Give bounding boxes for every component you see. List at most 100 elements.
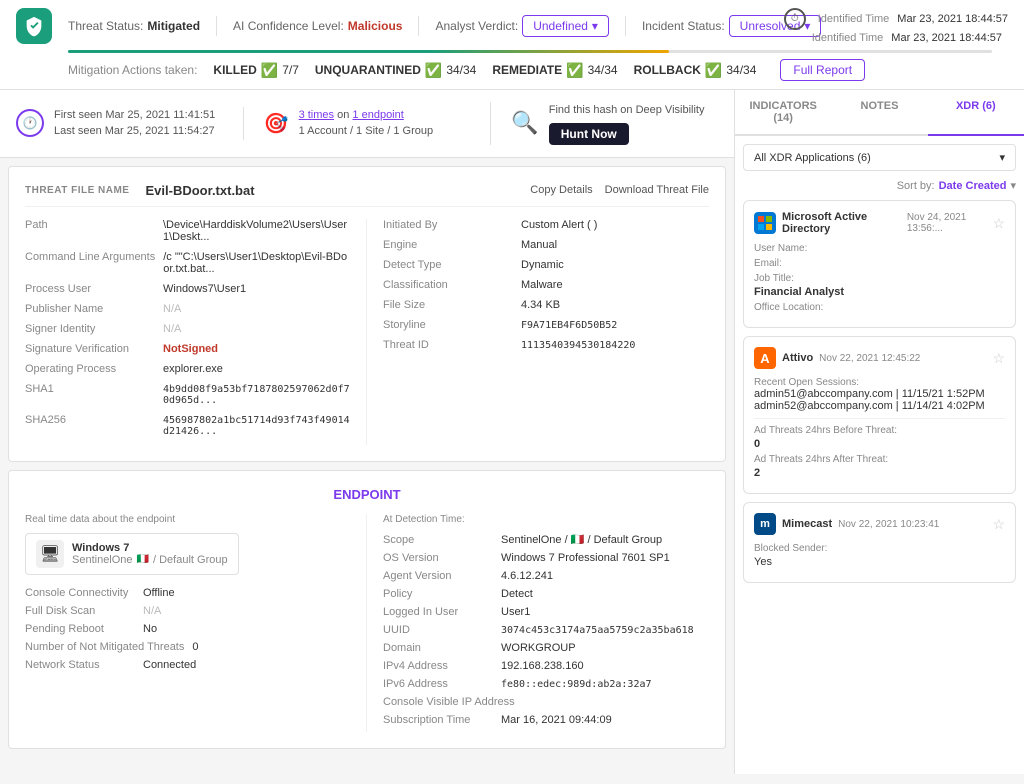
xdr-filter-dropdown[interactable]: All XDR Applications (6) ▾ bbox=[743, 144, 1016, 171]
detail-engine: Engine Manual bbox=[383, 239, 709, 251]
agent-version-val: 4.6.12.241 bbox=[501, 570, 553, 582]
right-panel: INDICATORS (14) NOTES XDR (6) All XDR Ap… bbox=[734, 90, 1024, 774]
detail-cmdline: Command Line Arguments /c ""C:\Users\Use… bbox=[25, 251, 350, 275]
ms-ad-office-label: Office Location: bbox=[754, 302, 1005, 313]
signer-key: Signer Identity bbox=[25, 323, 155, 335]
ep-agent-version: Agent Version 4.6.12.241 bbox=[383, 570, 709, 582]
full-report-button[interactable]: Full Report bbox=[780, 59, 865, 81]
analyst-verdict-label: Analyst Verdict: bbox=[435, 19, 518, 33]
divider bbox=[418, 16, 419, 36]
network-status-key: Network Status bbox=[25, 659, 135, 671]
ep-policy: Policy Detect bbox=[383, 588, 709, 600]
left-panel: 🕐 First seen Mar 25, 2021 11:41:51 Last … bbox=[0, 90, 734, 774]
divider bbox=[216, 16, 217, 36]
killed-label: KILLED bbox=[213, 63, 256, 77]
ep-ipv6: IPv6 Address fe80::edec:989d:ab2a:32a7 bbox=[383, 678, 709, 690]
endpoint-left: Real time data about the endpoint 🖥 Wind… bbox=[25, 514, 367, 732]
analyst-verdict-dropdown[interactable]: Undefined ▾ bbox=[522, 15, 609, 37]
mimecast-star-icon[interactable]: ☆ bbox=[992, 516, 1005, 533]
progress-bar bbox=[68, 50, 992, 53]
incident-status-label: Incident Status: bbox=[642, 19, 725, 33]
download-threat-file-link[interactable]: Download Threat File bbox=[605, 184, 709, 196]
attivo-icon: A bbox=[754, 347, 776, 369]
ms-ad-username: User Name: bbox=[754, 243, 1005, 254]
tab-notes[interactable]: NOTES bbox=[831, 90, 927, 136]
path-key: Path bbox=[25, 219, 155, 231]
not-mitigated-val: 0 bbox=[192, 641, 198, 653]
detail-path: Path \Device\HarddiskVolume2\Users\User1… bbox=[25, 219, 350, 243]
detail-process-user: Process User Windows7\User1 bbox=[25, 283, 350, 295]
analyst-verdict: Analyst Verdict: Undefined ▾ bbox=[435, 15, 608, 37]
xdr-card-attivo: A Attivo Nov 22, 2021 12:45:22 ☆ Recent … bbox=[743, 336, 1016, 494]
full-disk-scan-key: Full Disk Scan bbox=[25, 605, 135, 617]
attivo-recent-sessions: Recent Open Sessions: admin51@abccompany… bbox=[754, 377, 1005, 412]
console-connectivity-val: Offline bbox=[143, 587, 175, 599]
threat-file-label: THREAT FILE NAME bbox=[25, 185, 129, 196]
detail-detect-type: Detect Type Dynamic bbox=[383, 259, 709, 271]
file-size-key: File Size bbox=[383, 299, 513, 311]
engine-val: Manual bbox=[521, 239, 557, 251]
tab-indicators[interactable]: INDICATORS (14) bbox=[735, 90, 831, 136]
sort-value[interactable]: Date Created bbox=[939, 180, 1007, 192]
ai-confidence-value: Malicious bbox=[348, 19, 403, 33]
policy-key: Policy bbox=[383, 588, 493, 600]
mitigation-killed: KILLED ✅ 7/7 bbox=[213, 62, 298, 79]
copy-details-link[interactable]: Copy Details bbox=[530, 184, 592, 196]
sort-row: Sort by: Date Created ▾ bbox=[735, 179, 1024, 200]
seen-times: First seen Mar 25, 2021 11:41:51 Last se… bbox=[54, 107, 215, 140]
sentinelone-logo bbox=[16, 8, 52, 44]
xdr-app-info-mimecast: m Mimecast Nov 22, 2021 10:23:41 bbox=[754, 513, 939, 535]
times-link[interactable]: 3 times bbox=[299, 109, 334, 121]
os-icon: 🖥 bbox=[36, 540, 64, 568]
remediate-check: ✅ bbox=[566, 62, 583, 79]
last-seen-val: Mar 25, 2021 11:54:27 bbox=[105, 125, 215, 137]
attivo-threats-after: Ad Threats 24hrs After Threat: 2 bbox=[754, 454, 1005, 479]
ms-ad-app-time: Nov 24, 2021 13:56:... bbox=[907, 212, 993, 234]
mimecast-blocked-sender: Blocked Sender: Yes bbox=[754, 543, 1005, 568]
console-connectivity: Console Connectivity Offline bbox=[25, 587, 350, 599]
pending-reboot: Pending Reboot No bbox=[25, 623, 350, 635]
file-size-val: 4.34 KB bbox=[521, 299, 560, 311]
threat-status-label: Threat Status: bbox=[68, 19, 143, 33]
cmdline-key: Command Line Arguments bbox=[25, 251, 155, 263]
sort-label: Sort by: bbox=[897, 180, 935, 192]
detail-right: Initiated By Custom Alert ( ) Engine Man… bbox=[367, 219, 709, 445]
detail-storyline: Storyline F9A71EB4F6D50B52 bbox=[383, 319, 709, 331]
tab-xdr[interactable]: XDR (6) bbox=[928, 90, 1024, 136]
sha1-key: SHA1 bbox=[25, 383, 155, 395]
mitigation-rollback: ROLLBACK ✅ 34/34 bbox=[634, 62, 757, 79]
first-seen-val: Mar 25, 2021 11:41:51 bbox=[105, 109, 215, 121]
chevron-down-icon: ▾ bbox=[999, 151, 1005, 164]
flag-icon: 🇮🇹 bbox=[137, 554, 149, 565]
ep-uuid: UUID 3074c453c3174a75aa5759c2a35ba618 bbox=[383, 624, 709, 636]
publisher-val: N/A bbox=[163, 303, 181, 315]
threats-before-val: 0 bbox=[754, 438, 760, 450]
process-user-val: Windows7\User1 bbox=[163, 283, 246, 295]
attivo-star-icon[interactable]: ☆ bbox=[992, 350, 1005, 367]
xdr-card-ms-ad: Microsoft Active Directory Nov 24, 2021 … bbox=[743, 200, 1016, 328]
domain-val: WORKGROUP bbox=[501, 642, 576, 654]
not-mitigated-threats: Number of Not Mitigated Threats 0 bbox=[25, 641, 350, 653]
mimecast-app-time: Nov 22, 2021 10:23:41 bbox=[838, 519, 939, 530]
threat-id-val: 1113540394530184220 bbox=[521, 340, 635, 351]
endpoint-link[interactable]: 1 endpoint bbox=[352, 109, 403, 121]
ms-ad-star-icon[interactable]: ☆ bbox=[992, 215, 1005, 232]
detail-classification: Classification Malware bbox=[383, 279, 709, 291]
last-seen-label: Last seen bbox=[54, 125, 102, 137]
network-status-val: Connected bbox=[143, 659, 196, 671]
storyline-key: Storyline bbox=[383, 319, 513, 331]
process-user-key: Process User bbox=[25, 283, 155, 295]
classification-val: Malware bbox=[521, 279, 563, 291]
hunt-now-button[interactable]: Hunt Now bbox=[549, 123, 629, 145]
ms-ad-email-label: Email: bbox=[754, 258, 1005, 269]
at-detection-label: At Detection Time: bbox=[383, 514, 709, 525]
ms-ad-job-title-val: Financial Analyst bbox=[754, 286, 844, 298]
subscription-time-val: Mar 16, 2021 09:44:09 bbox=[501, 714, 612, 726]
ms-ad-office: Office Location: bbox=[754, 302, 1005, 313]
divider bbox=[754, 418, 1005, 419]
op-process-val: explorer.exe bbox=[163, 363, 223, 375]
rollback-label: ROLLBACK bbox=[634, 63, 701, 77]
action-links: Copy Details Download Threat File bbox=[530, 184, 709, 196]
mitigation-actions-label: Mitigation Actions taken: bbox=[68, 63, 197, 77]
killed-val: 7/7 bbox=[282, 63, 299, 77]
